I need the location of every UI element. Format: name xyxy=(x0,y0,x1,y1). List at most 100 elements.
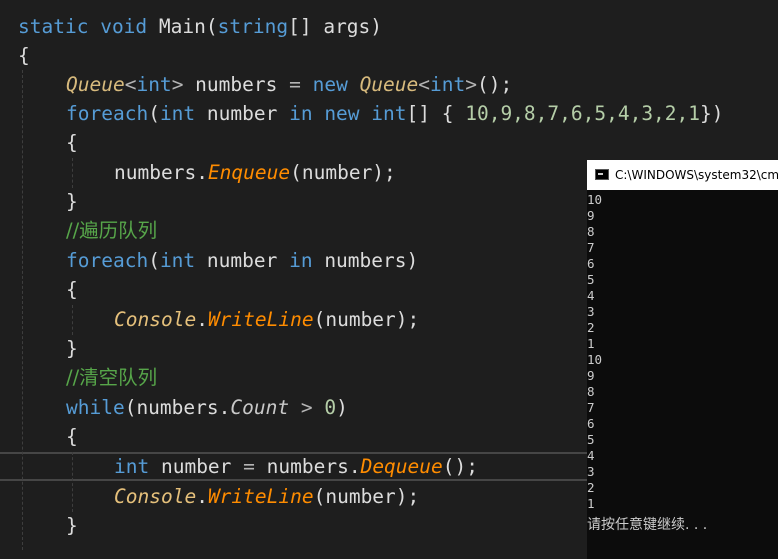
keyword: in xyxy=(289,102,313,125)
method-call: WriteLine xyxy=(207,308,314,331)
class-name: Console xyxy=(114,308,197,331)
class-name: Console xyxy=(114,485,197,508)
console-output-line: 5 xyxy=(587,272,595,287)
punct: . xyxy=(196,308,208,331)
indent-guide xyxy=(72,158,73,188)
method-call: WriteLine xyxy=(207,485,314,508)
punct: ) xyxy=(336,396,348,419)
console-output-line: 1 xyxy=(587,336,595,351)
console-output-line: 10 xyxy=(587,352,603,367)
keyword: new xyxy=(300,73,360,96)
type-keyword: int xyxy=(159,102,196,125)
variable-name: numbers) xyxy=(312,249,419,272)
code-line-12: } xyxy=(66,337,78,360)
console-output-line: 7 xyxy=(587,240,595,255)
keyword: void xyxy=(100,15,148,38)
punct: }) xyxy=(700,102,724,125)
code-line-10: { xyxy=(66,278,78,301)
method-call: Enqueue xyxy=(207,161,291,184)
code-line-2: { xyxy=(18,44,30,67)
code-line-9: foreach(int number in numbers) xyxy=(66,246,418,275)
indent-guide xyxy=(72,452,73,512)
code-line-17: Console.WriteLine(number); xyxy=(114,482,419,511)
code-line-5: { xyxy=(66,131,78,154)
code-line-6: numbers.Enqueue(number); xyxy=(114,158,396,187)
console-output-line: 2 xyxy=(587,320,595,335)
number-literal: 0 xyxy=(324,396,337,419)
type-keyword: int xyxy=(136,73,172,96)
code-line-16: int number = numbers.Dequeue(); xyxy=(114,452,478,481)
type-name: Queue xyxy=(359,73,419,96)
punct: > xyxy=(171,73,184,96)
type-name: Queue xyxy=(66,73,125,96)
keyword: in xyxy=(289,249,313,272)
punct: ) xyxy=(370,15,383,38)
console-output-line: 6 xyxy=(587,256,595,271)
keyword: static xyxy=(18,15,89,38)
punct: < xyxy=(418,73,431,96)
console-output-line: 10 xyxy=(587,192,603,207)
variable-name: numbers xyxy=(183,73,290,96)
method-name: Main xyxy=(158,15,206,38)
punct: . xyxy=(196,485,208,508)
variable-name: numbers. xyxy=(254,455,361,478)
cmd-icon xyxy=(595,169,609,180)
keyword: foreach xyxy=(66,102,149,125)
punct: (numbers. xyxy=(124,396,231,419)
operator: = xyxy=(243,455,255,478)
variable-name: number xyxy=(195,249,290,272)
console-output: 10 9 8 7 6 5 4 3 2 1 10 9 8 7 6 5 4 3 2 1 请按任意键继续. . . xyxy=(587,190,778,534)
console-output-line: 8 xyxy=(587,224,595,239)
console-output-line: 3 xyxy=(587,464,595,479)
console-output-line: 4 xyxy=(587,448,595,463)
punct: (); xyxy=(477,73,513,96)
type-keyword: int xyxy=(114,455,150,478)
punct: (); xyxy=(442,455,478,478)
console-output-line: 1 xyxy=(587,496,595,511)
console-output-line: 7 xyxy=(587,400,595,415)
comment-line: //清空队列 xyxy=(66,366,158,389)
variable-name: number xyxy=(149,455,244,478)
indent-guide xyxy=(22,70,23,550)
console-prompt: 请按任意键继续. . . xyxy=(587,517,708,533)
punct: [] { xyxy=(406,102,466,125)
variable-name: number xyxy=(195,102,290,125)
console-title: C:\WINDOWS\system32\cmd.exe xyxy=(615,168,778,182)
code-line-14: while(numbers.Count > 0) xyxy=(66,393,348,422)
punct: < xyxy=(124,73,137,96)
punct: ( xyxy=(148,102,160,125)
code-line-4: foreach(int number in new int[] { 10,9,8… xyxy=(66,99,724,128)
console-output-line: 9 xyxy=(587,208,595,223)
keyword: while xyxy=(66,396,125,419)
variable-name: numbers xyxy=(114,161,197,184)
code-line-11: Console.WriteLine(number); xyxy=(114,305,419,334)
type-keyword: string xyxy=(217,15,289,38)
comment-line: //遍历队列 xyxy=(66,219,158,242)
type-keyword: int xyxy=(371,102,407,125)
console-output-line: 8 xyxy=(587,384,595,399)
number-literals: 10,9,8,7,6,5,4,3,2,1 xyxy=(465,102,701,125)
type-keyword: int xyxy=(159,249,196,272)
method-call: Dequeue xyxy=(360,455,443,478)
param-name: args xyxy=(323,15,371,38)
code-line-1: static void Main(string[] args) xyxy=(18,12,382,41)
punct: ( xyxy=(148,249,160,272)
property-name: Count xyxy=(230,396,290,419)
punct: . xyxy=(196,161,208,184)
console-output-line: 3 xyxy=(587,304,595,319)
punct: > xyxy=(465,73,477,96)
console-output-line: 5 xyxy=(587,432,595,447)
keyword: new xyxy=(312,102,372,125)
punct: (number); xyxy=(313,485,420,508)
console-output-line: 2 xyxy=(587,480,595,495)
console-output-line: 6 xyxy=(587,416,595,431)
punct: [] xyxy=(288,15,324,38)
punct: (number); xyxy=(313,308,420,331)
console-title-bar[interactable]: C:\WINDOWS\system32\cmd.exe xyxy=(587,160,778,190)
console-window[interactable]: C:\WINDOWS\system32\cmd.exe 109876543211… xyxy=(587,160,778,559)
keyword: foreach xyxy=(66,249,149,272)
code-line-18: } xyxy=(66,514,78,537)
indent-guide xyxy=(72,305,73,335)
punct: (number); xyxy=(290,161,396,184)
console-output-line: 9 xyxy=(587,368,595,383)
